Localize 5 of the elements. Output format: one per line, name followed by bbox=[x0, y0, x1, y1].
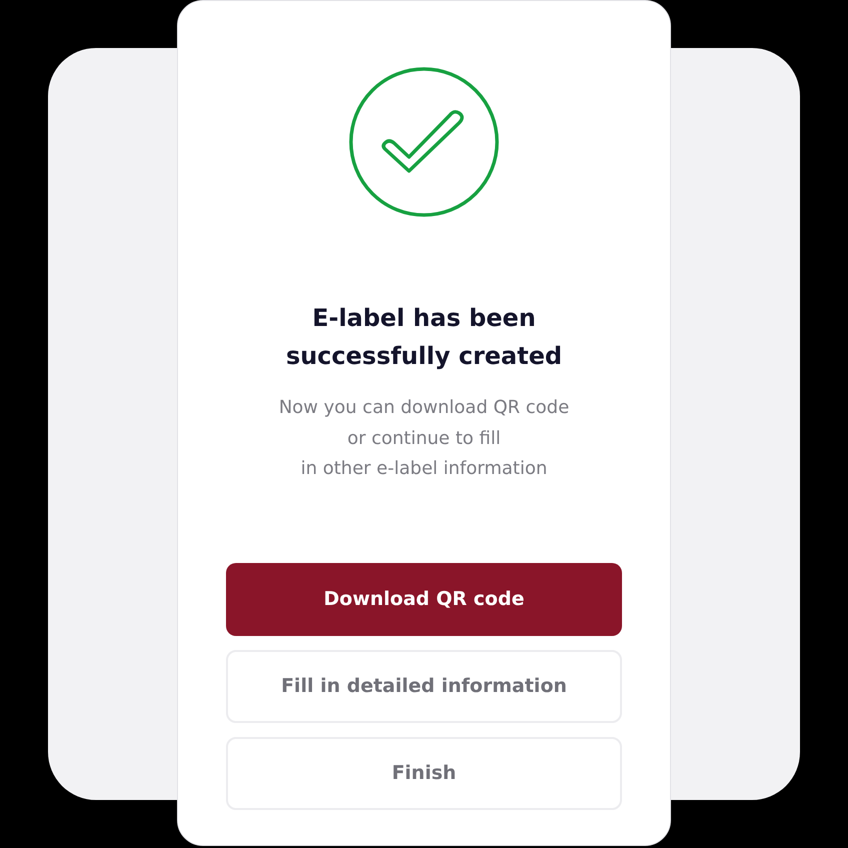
dialog-message: Now you can download QR code or continue to fill in other e-label information bbox=[278, 396, 570, 481]
secondary-button[interactable]: Finish bbox=[226, 736, 622, 810]
primary-button[interactable]: Download QR code bbox=[226, 562, 622, 636]
dialog-title: E-label has been successfully created bbox=[286, 303, 562, 372]
secondary-button[interactable]: Fill in detailed information bbox=[226, 650, 622, 722]
